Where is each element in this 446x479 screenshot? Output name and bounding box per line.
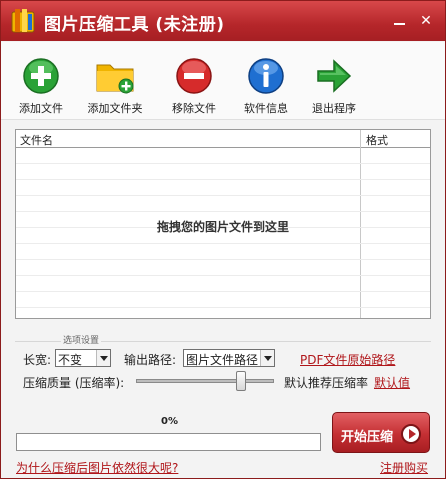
size-select-value: 不变 — [58, 353, 83, 367]
remove-file-label: 移除文件 — [172, 102, 216, 115]
column-filename[interactable]: 文件名 — [20, 132, 53, 148]
file-list[interactable]: 文件名 格式 拖拽您的图片文件到这里 — [15, 129, 431, 319]
minimize-icon[interactable] — [389, 11, 409, 31]
start-compress-button[interactable]: 开始压缩 — [332, 412, 430, 453]
software-info-button[interactable]: 软件信息 — [231, 57, 301, 116]
title-bar[interactable]: 图片压缩工具 (未注册) ✕ — [1, 1, 445, 41]
default-value-link[interactable]: 默认值 — [374, 374, 410, 391]
chevron-down-icon[interactable] — [96, 350, 110, 366]
toolbar: 添加文件 添加文件夹 移除文件 软件信息 退出程序 — [1, 42, 445, 120]
add-folder-icon — [96, 64, 134, 94]
play-arrow-icon — [401, 424, 421, 444]
output-path-select[interactable]: 图片文件路径 — [183, 349, 275, 367]
remove-file-icon — [176, 58, 212, 94]
progress-percent: 0% — [161, 416, 178, 427]
size-select[interactable]: 不变 — [55, 349, 111, 367]
drop-hint: 拖拽您的图片文件到这里 — [156, 220, 289, 234]
remove-file-button[interactable]: 移除文件 — [159, 57, 229, 116]
exit-arrow-icon — [317, 59, 352, 93]
chevron-down-icon[interactable] — [260, 350, 274, 366]
output-path-value: 图片文件路径 — [186, 353, 259, 367]
file-list-header: 文件名 格式 — [16, 130, 430, 148]
column-format[interactable]: 格式 — [366, 132, 388, 148]
pdf-path-link[interactable]: PDF文件原始路径 — [300, 351, 395, 368]
exit-label: 退出程序 — [312, 102, 356, 115]
close-icon[interactable]: ✕ — [416, 11, 436, 31]
info-icon — [248, 58, 284, 94]
add-file-button[interactable]: 添加文件 — [6, 57, 76, 116]
app-icon — [11, 9, 35, 33]
add-file-label: 添加文件 — [19, 102, 63, 115]
quality-slider-track[interactable] — [136, 379, 274, 383]
quality-slider-thumb[interactable] — [235, 371, 246, 391]
window-title: 图片压缩工具 (未注册) — [44, 15, 225, 35]
options-group-title: 选项设置 — [61, 333, 102, 346]
add-file-icon — [23, 58, 59, 94]
start-compress-label: 开始压缩 — [341, 430, 394, 445]
register-link[interactable]: 注册购买 — [380, 459, 428, 476]
help-link[interactable]: 为什么压缩后图片依然很大呢? — [16, 459, 178, 476]
software-info-label: 软件信息 — [244, 102, 288, 115]
output-path-label: 输出路径: — [124, 353, 177, 367]
add-folder-button[interactable]: 添加文件夹 — [80, 57, 150, 116]
add-folder-label: 添加文件夹 — [87, 102, 143, 115]
size-label: 长宽: — [23, 353, 52, 367]
recommend-text: 默认推荐压缩率 — [284, 376, 369, 390]
progress-bar — [16, 433, 321, 451]
app-window: 图片压缩工具 (未注册) ✕ 添加文件 添加文件夹 移除文件 软件信息 退出程序… — [0, 0, 446, 479]
exit-button[interactable]: 退出程序 — [299, 57, 369, 116]
quality-label: 压缩质量 (压缩率): — [23, 376, 125, 390]
